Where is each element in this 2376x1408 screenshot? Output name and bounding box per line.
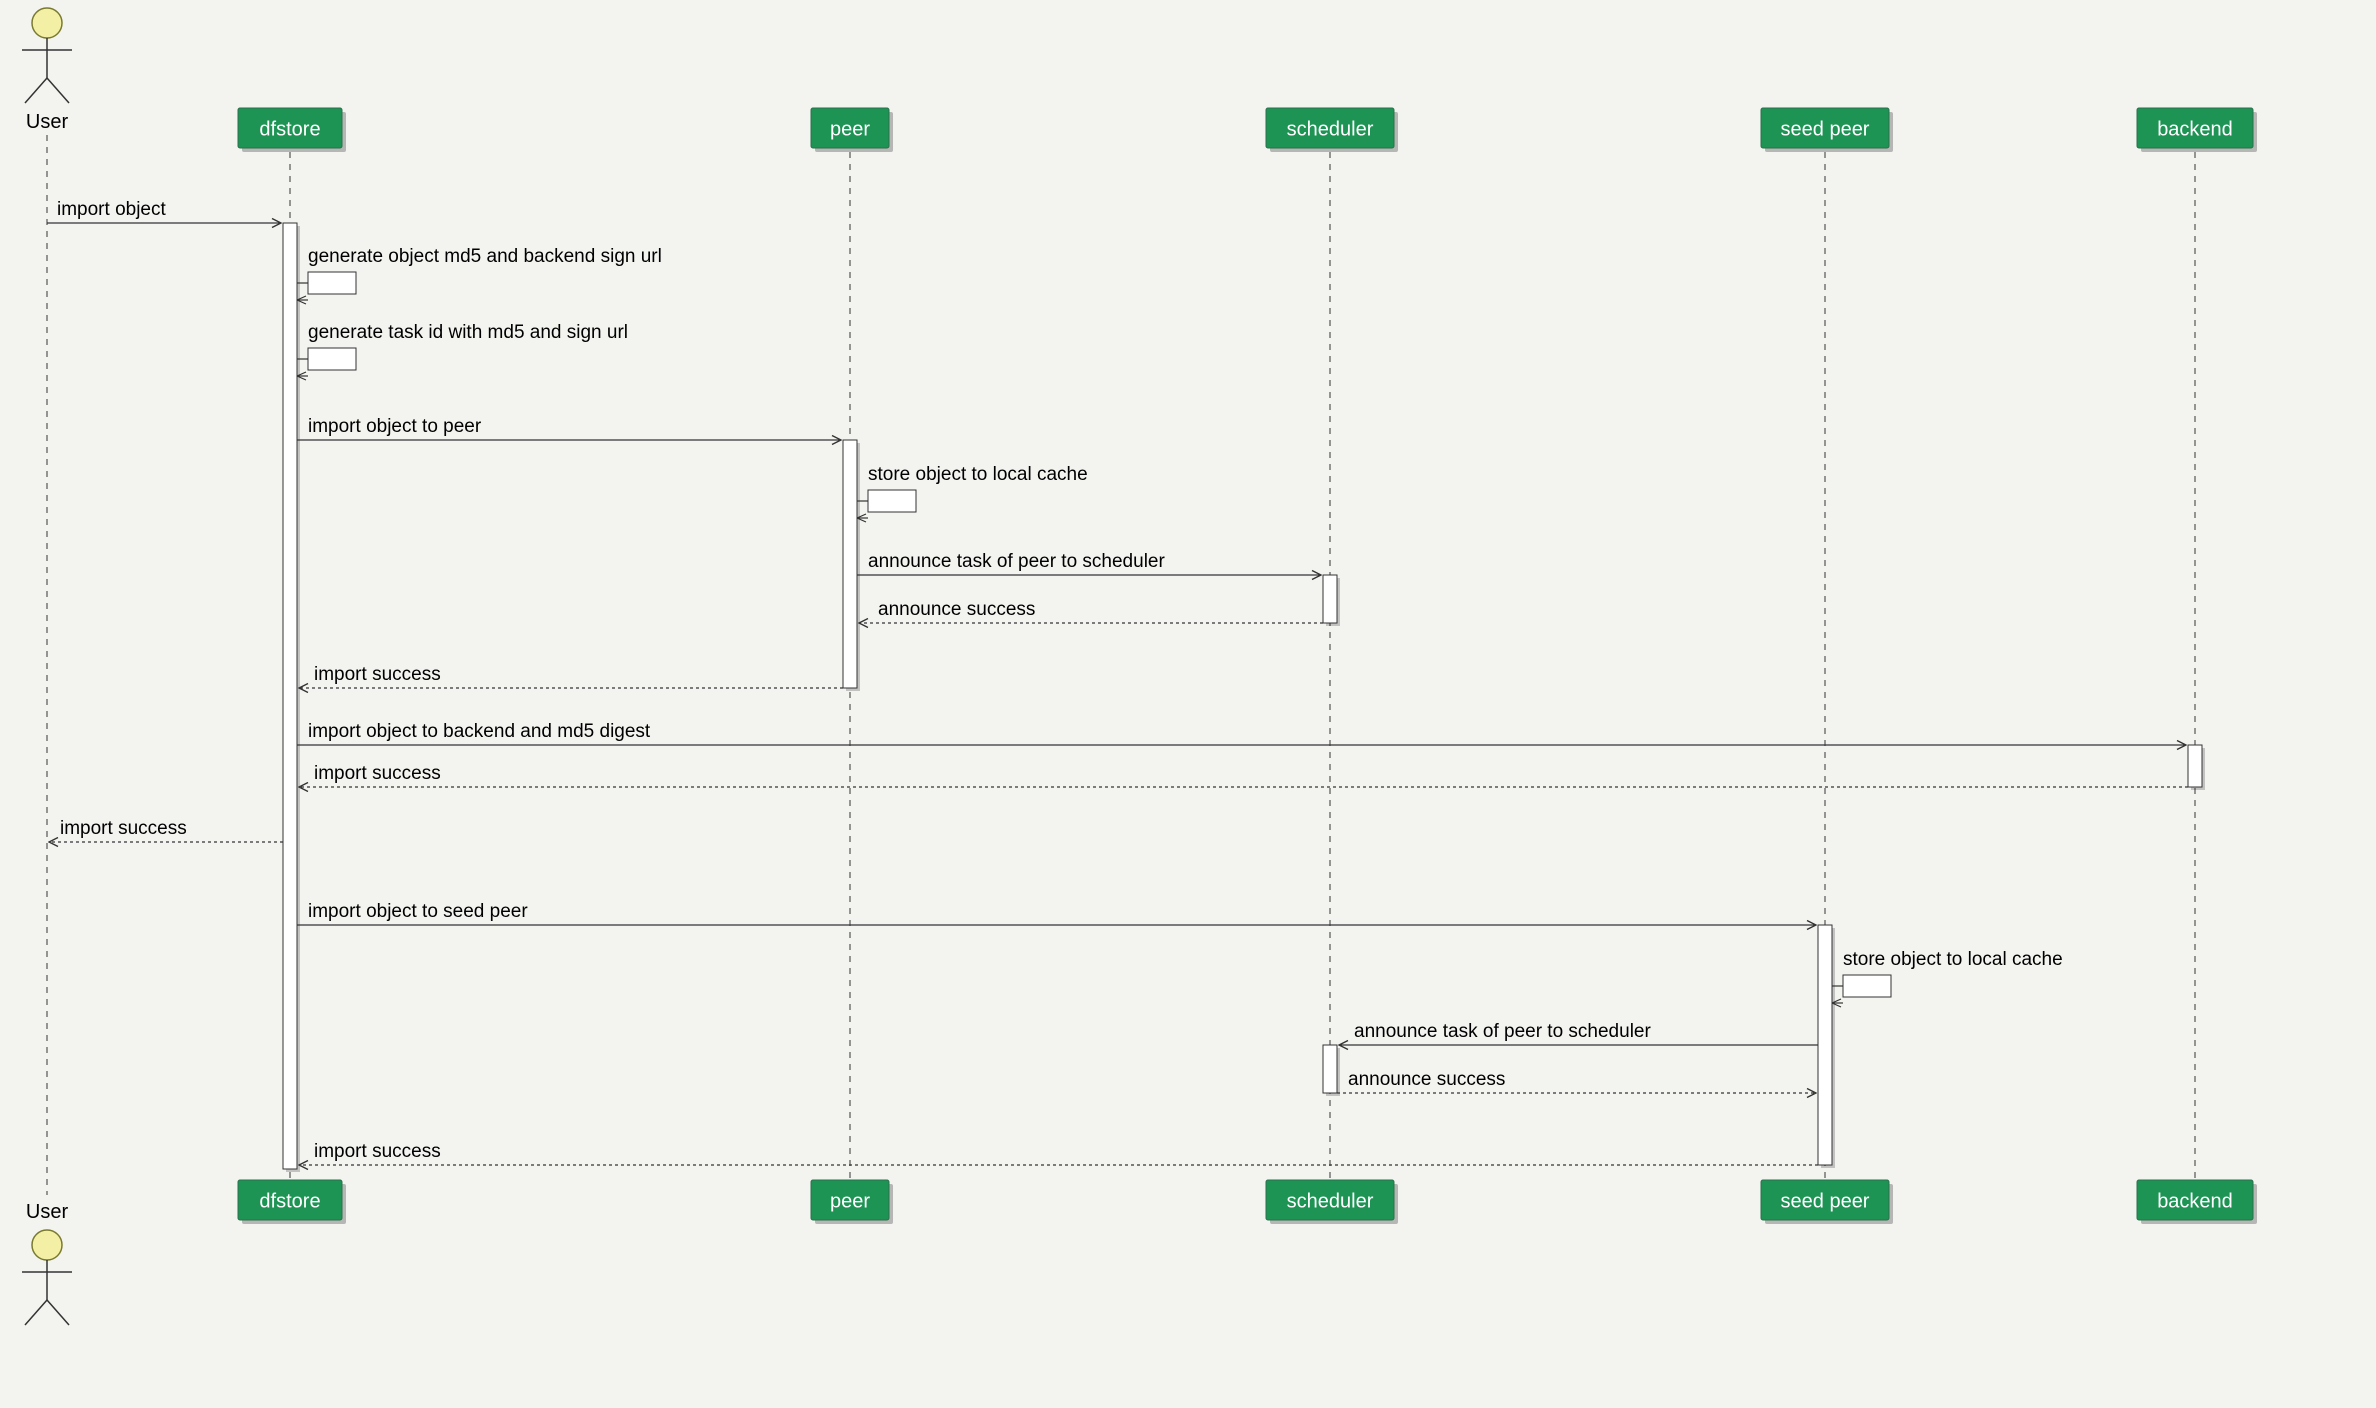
actor-user-bottom: User xyxy=(22,1201,72,1325)
participant-scheduler-bottom-label: scheduler xyxy=(1287,1190,1374,1212)
msg-import-object: import object xyxy=(57,199,166,220)
msg-import-to-peer: import object to peer xyxy=(308,416,482,437)
participant-peer-top: peer xyxy=(811,108,893,152)
actor-user-bottom-label: User xyxy=(26,1201,69,1223)
msg-import-to-backend: import object to backend and md5 digest xyxy=(308,721,651,742)
actor-user-top-label: User xyxy=(26,111,69,133)
activation-scheduler-2 xyxy=(1323,1045,1337,1093)
participant-seedpeer-top: seed peer xyxy=(1761,108,1893,152)
msg-peer-announce-success: announce success xyxy=(878,599,1035,620)
participant-dfstore-bottom-label: dfstore xyxy=(259,1190,320,1212)
participant-dfstore-bottom: dfstore xyxy=(238,1180,346,1224)
msg-generate-taskid: generate task id with md5 and sign url xyxy=(308,322,628,343)
activation-backend xyxy=(2188,745,2202,787)
msg-import-success-2: import success xyxy=(314,763,441,784)
participant-peer-bottom: peer xyxy=(811,1180,893,1224)
participant-dfstore-top: dfstore xyxy=(238,108,346,152)
participant-seedpeer-bottom-label: seed peer xyxy=(1781,1190,1870,1212)
participant-seedpeer-top-label: seed peer xyxy=(1781,118,1870,140)
participant-backend-bottom: backend xyxy=(2137,1180,2257,1224)
activation-peer xyxy=(843,440,857,688)
msg-import-to-seedpeer: import object to seed peer xyxy=(308,901,528,922)
participant-peer-bottom-label: peer xyxy=(830,1190,870,1212)
msg-import-success-4: import success xyxy=(314,1141,441,1162)
participant-backend-top-label: backend xyxy=(2157,118,2233,140)
actor-user-top: User xyxy=(22,8,72,133)
activation-seedpeer xyxy=(1818,925,1832,1165)
msg-peer-announce: announce task of peer to scheduler xyxy=(868,551,1165,572)
msg-peer-store-cache: store object to local cache xyxy=(868,464,1088,485)
msg-import-success-3: import success xyxy=(60,818,187,839)
msg-seedpeer-store-cache: store object to local cache xyxy=(1843,949,2063,970)
participant-seedpeer-bottom: seed peer xyxy=(1761,1180,1893,1224)
msg-import-success-1: import success xyxy=(314,664,441,685)
msg-seedpeer-announce-success: announce success xyxy=(1348,1069,1505,1090)
msg-generate-md5: generate object md5 and backend sign url xyxy=(308,246,662,267)
msg-seedpeer-announce: announce task of peer to scheduler xyxy=(1354,1021,1651,1042)
activation-scheduler-1 xyxy=(1323,575,1337,623)
participant-backend-bottom-label: backend xyxy=(2157,1190,2233,1212)
participant-scheduler-bottom: scheduler xyxy=(1266,1180,1398,1224)
participant-scheduler-top-label: scheduler xyxy=(1287,118,1374,140)
participant-dfstore-top-label: dfstore xyxy=(259,118,320,140)
participant-backend-top: backend xyxy=(2137,108,2257,152)
participant-peer-top-label: peer xyxy=(830,118,870,140)
participant-scheduler-top: scheduler xyxy=(1266,108,1398,152)
activation-dfstore xyxy=(283,223,297,1169)
sequence-diagram: User User dfstore peer scheduler seed pe… xyxy=(0,0,2376,1408)
